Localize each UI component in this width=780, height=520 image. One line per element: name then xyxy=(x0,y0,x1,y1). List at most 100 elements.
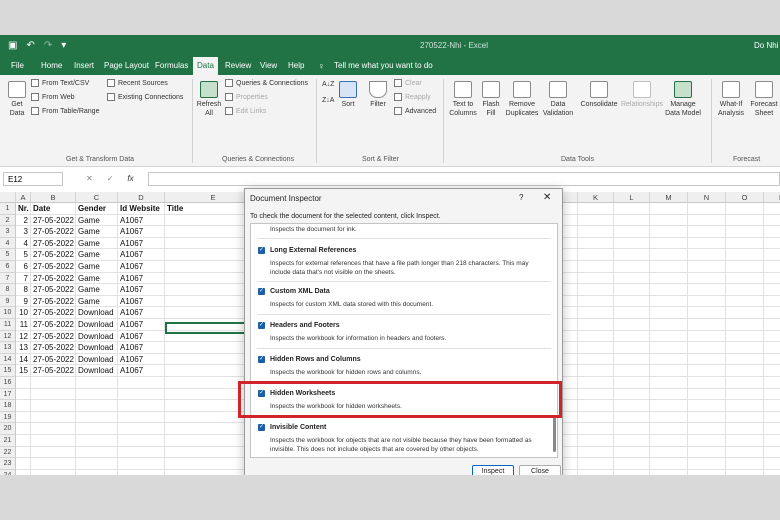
data-cell[interactable]: 27-05-2022 xyxy=(31,226,76,238)
cell[interactable] xyxy=(578,353,614,366)
cell[interactable] xyxy=(16,411,31,424)
cell[interactable] xyxy=(614,400,650,412)
cell[interactable] xyxy=(650,423,688,435)
tab-home[interactable]: Home xyxy=(41,61,62,70)
data-cell[interactable]: 27-05-2022 xyxy=(31,342,76,354)
cell[interactable] xyxy=(650,330,688,343)
cell[interactable] xyxy=(614,261,650,273)
what-if-analysis-button[interactable]: What-If Analysis xyxy=(714,81,748,118)
cell[interactable] xyxy=(764,400,780,412)
cell[interactable] xyxy=(764,377,780,389)
cell[interactable] xyxy=(726,284,764,296)
cell[interactable] xyxy=(118,388,165,401)
cell[interactable] xyxy=(764,354,780,366)
tab-help[interactable]: Help xyxy=(288,61,304,70)
data-cell[interactable]: 7 xyxy=(16,272,31,285)
cell[interactable] xyxy=(688,203,726,215)
cell[interactable] xyxy=(688,249,726,261)
cell[interactable] xyxy=(688,458,726,470)
header-cell[interactable]: Date xyxy=(31,203,76,215)
cell[interactable] xyxy=(16,458,31,470)
cell[interactable] xyxy=(76,423,118,435)
cell[interactable] xyxy=(688,214,726,227)
from-web-button[interactable]: From Web xyxy=(31,93,75,101)
cell[interactable] xyxy=(688,226,726,238)
flash-fill-button[interactable]: Flash Fill xyxy=(480,81,502,118)
data-cell[interactable]: 27-05-2022 xyxy=(31,365,76,377)
enter-icon[interactable]: ✓ xyxy=(107,174,114,183)
reapply-button[interactable]: Reapply xyxy=(394,93,431,101)
cell[interactable] xyxy=(764,447,780,459)
formula-input[interactable] xyxy=(148,172,780,186)
cell[interactable] xyxy=(578,458,614,470)
cell[interactable] xyxy=(726,353,764,366)
data-cell[interactable]: 2 xyxy=(16,214,31,227)
row-header[interactable]: 19 xyxy=(0,411,16,424)
cell[interactable] xyxy=(650,272,688,285)
cell[interactable] xyxy=(16,377,31,389)
cell[interactable] xyxy=(726,377,764,389)
data-cell[interactable]: Game xyxy=(76,226,118,238)
inspect-button[interactable]: Inspect xyxy=(472,465,514,475)
cell[interactable] xyxy=(614,377,650,389)
cell[interactable] xyxy=(650,388,688,401)
cell[interactable] xyxy=(764,238,780,250)
cell[interactable] xyxy=(118,423,165,435)
cell[interactable] xyxy=(650,365,688,377)
text-to-columns-button[interactable]: Text to Columns xyxy=(448,81,478,118)
cell[interactable] xyxy=(726,261,764,273)
cell[interactable] xyxy=(578,319,614,331)
cell[interactable] xyxy=(688,365,726,377)
row-header[interactable]: 23 xyxy=(0,458,16,470)
cell[interactable] xyxy=(118,458,165,470)
cell[interactable] xyxy=(726,295,764,308)
data-cell[interactable]: Game xyxy=(76,237,118,250)
cell[interactable] xyxy=(764,342,780,354)
data-cell[interactable]: 27-05-2022 xyxy=(31,353,76,366)
cell[interactable] xyxy=(726,272,764,285)
cell[interactable] xyxy=(688,353,726,366)
cell[interactable] xyxy=(726,203,764,215)
row-header[interactable]: 15 xyxy=(0,365,16,377)
cell[interactable] xyxy=(650,446,688,459)
customize-qat-icon[interactable]: ▾ xyxy=(61,40,66,52)
cell[interactable] xyxy=(650,295,688,308)
cell[interactable] xyxy=(31,377,76,389)
cell[interactable] xyxy=(578,261,614,273)
row-header[interactable]: 1 xyxy=(0,203,16,215)
from-text-button[interactable]: From Text/CSV xyxy=(31,79,89,87)
refresh-all-button[interactable]: Refresh All xyxy=(196,81,222,118)
data-cell[interactable]: 27-05-2022 xyxy=(31,237,76,250)
sort-descending-button[interactable]: Z↓A xyxy=(322,97,334,104)
cell[interactable] xyxy=(650,307,688,319)
cell[interactable] xyxy=(688,330,726,343)
cell[interactable] xyxy=(764,296,780,308)
cell[interactable] xyxy=(764,273,780,285)
tab-review[interactable]: Review xyxy=(225,61,251,70)
sort-ascending-button[interactable]: A↓Z xyxy=(322,81,334,88)
row-header[interactable]: 24 xyxy=(0,469,16,475)
save-icon[interactable]: ▣ xyxy=(8,40,17,52)
cell[interactable] xyxy=(16,469,31,475)
cell[interactable] xyxy=(16,435,31,447)
cell[interactable] xyxy=(76,377,118,389)
manage-data-model-button[interactable]: Manage Data Model xyxy=(664,81,702,118)
cell[interactable] xyxy=(118,377,165,389)
cell[interactable] xyxy=(764,215,780,227)
cell[interactable] xyxy=(764,307,780,319)
data-cell[interactable]: 27-05-2022 xyxy=(31,330,76,343)
cell[interactable] xyxy=(650,458,688,470)
cell[interactable] xyxy=(726,423,764,435)
row-header[interactable]: 13 xyxy=(0,342,16,354)
data-cell[interactable]: 9 xyxy=(16,295,31,308)
row-header[interactable]: 3 xyxy=(0,226,16,238)
row-header[interactable]: 12 xyxy=(0,330,16,343)
cell[interactable] xyxy=(578,226,614,238)
cell[interactable] xyxy=(650,411,688,424)
cell[interactable] xyxy=(614,435,650,447)
cell[interactable] xyxy=(614,353,650,366)
checkbox-checked[interactable]: ✓ xyxy=(258,424,265,431)
cell[interactable] xyxy=(650,214,688,227)
cell[interactable] xyxy=(578,469,614,475)
data-cell[interactable]: 27-05-2022 xyxy=(31,319,76,331)
